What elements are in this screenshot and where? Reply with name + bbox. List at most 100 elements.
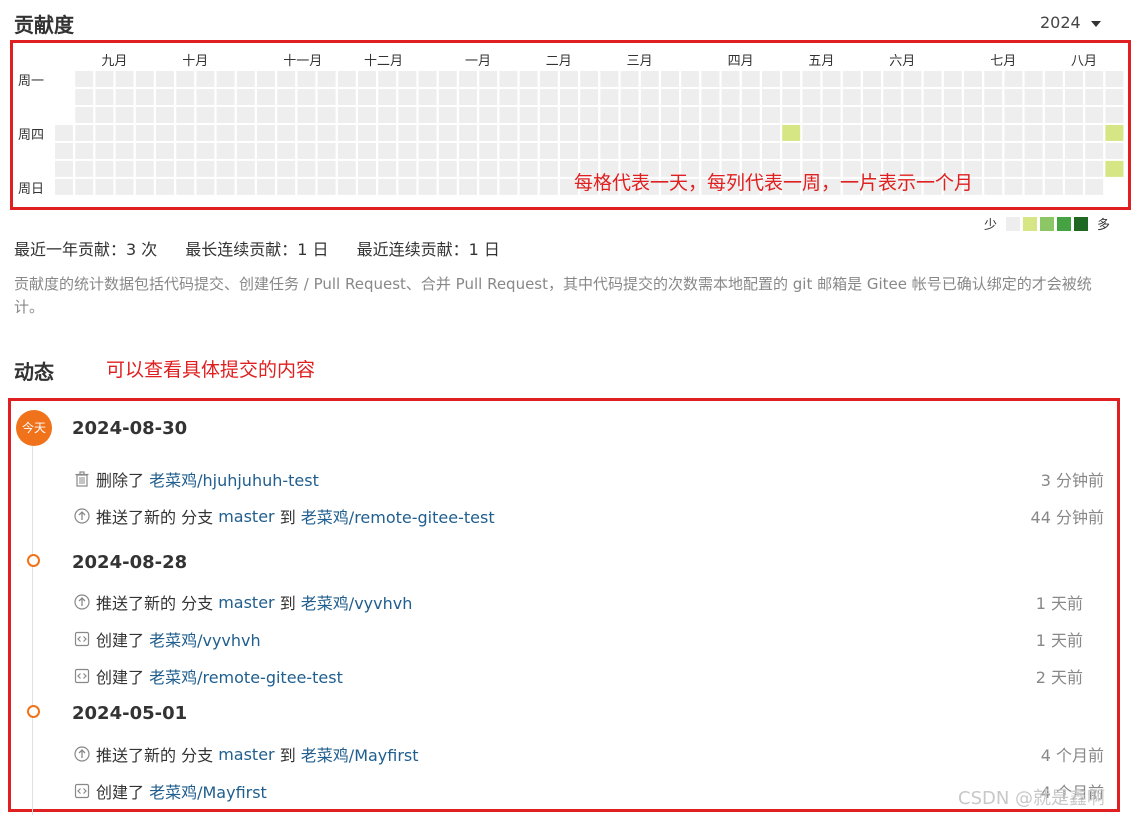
- heatmap-cell[interactable]: [943, 124, 962, 141]
- heatmap-cell[interactable]: [216, 142, 235, 159]
- heatmap-cell[interactable]: [216, 106, 235, 123]
- heatmap-cell[interactable]: [923, 88, 942, 105]
- heatmap-cell[interactable]: [216, 71, 235, 88]
- heatmap-cell[interactable]: [1065, 71, 1083, 88]
- heatmap-cell[interactable]: [196, 106, 215, 123]
- heatmap-cell[interactable]: [277, 142, 296, 159]
- heatmap-cell[interactable]: [580, 142, 599, 159]
- heatmap-cell[interactable]: [560, 124, 578, 141]
- heatmap-cell[interactable]: [802, 88, 821, 105]
- heatmap-cell[interactable]: [277, 160, 296, 177]
- heatmap-cell[interactable]: [196, 142, 215, 159]
- heatmap-cell[interactable]: [580, 124, 599, 141]
- heatmap-cell[interactable]: [741, 71, 760, 88]
- heatmap-cell[interactable]: [782, 124, 801, 141]
- heatmap-cell[interactable]: [75, 178, 94, 195]
- heatmap-cell[interactable]: [620, 71, 639, 88]
- heatmap-cell[interactable]: [1085, 142, 1104, 159]
- heatmap-cell[interactable]: [135, 106, 154, 123]
- heatmap-cell[interactable]: [257, 124, 275, 141]
- heatmap-cell[interactable]: [176, 160, 195, 177]
- heatmap-cell[interactable]: [580, 71, 599, 88]
- heatmap-cell[interactable]: [883, 71, 902, 88]
- heatmap-cell[interactable]: [337, 142, 356, 159]
- heatmap-cell[interactable]: [1004, 124, 1023, 141]
- heatmap-cell[interactable]: [55, 142, 73, 159]
- heatmap-cell[interactable]: [277, 106, 296, 123]
- heatmap-cell[interactable]: [196, 124, 215, 141]
- heatmap-cell[interactable]: [297, 106, 316, 123]
- heatmap-cell[interactable]: [418, 142, 437, 159]
- heatmap-cell[interactable]: [1024, 178, 1043, 195]
- heatmap-cell[interactable]: [1004, 160, 1023, 177]
- heatmap-cell[interactable]: [55, 178, 73, 195]
- heatmap-cell[interactable]: [883, 88, 902, 105]
- heatmap-cell[interactable]: [883, 142, 902, 159]
- heatmap-cell[interactable]: [317, 88, 336, 105]
- heatmap-cell[interactable]: [1024, 124, 1043, 141]
- heatmap-cell[interactable]: [661, 124, 679, 141]
- heatmap-cell[interactable]: [115, 124, 134, 141]
- heatmap-cell[interactable]: [297, 142, 316, 159]
- heatmap-cell[interactable]: [984, 142, 1003, 159]
- heatmap-cell[interactable]: [418, 160, 437, 177]
- heatmap-cell[interactable]: [216, 124, 235, 141]
- heatmap-cell[interactable]: [1044, 160, 1063, 177]
- heatmap-cell[interactable]: [438, 178, 457, 195]
- heatmap-cell[interactable]: [539, 178, 558, 195]
- heatmap-cell[interactable]: [600, 71, 619, 88]
- heatmap-cell[interactable]: [156, 88, 174, 105]
- heatmap-cell[interactable]: [358, 142, 376, 159]
- heatmap-cell[interactable]: [398, 178, 417, 195]
- heatmap-cell[interactable]: [661, 142, 679, 159]
- heatmap-cell[interactable]: [782, 142, 801, 159]
- heatmap-cell[interactable]: [1065, 124, 1083, 141]
- heatmap-cell[interactable]: [95, 106, 114, 123]
- heatmap-cell[interactable]: [499, 106, 518, 123]
- heatmap-cell[interactable]: [782, 71, 801, 88]
- heatmap-cell[interactable]: [257, 71, 275, 88]
- heatmap-cell[interactable]: [257, 88, 275, 105]
- heatmap-cell[interactable]: [701, 142, 720, 159]
- heatmap-cell[interactable]: [459, 71, 477, 88]
- heatmap-cell[interactable]: [1004, 178, 1023, 195]
- heatmap-cell[interactable]: [216, 160, 235, 177]
- heatmap-cell[interactable]: [135, 160, 154, 177]
- event-repo-link[interactable]: 老菜鸡/remote-gitee-test: [301, 504, 495, 528]
- heatmap-cell[interactable]: [115, 88, 134, 105]
- heatmap-cell[interactable]: [539, 160, 558, 177]
- heatmap-cell[interactable]: [135, 178, 154, 195]
- heatmap-cell[interactable]: [337, 124, 356, 141]
- heatmap-cell[interactable]: [1065, 178, 1083, 195]
- heatmap-cell[interactable]: [1044, 88, 1063, 105]
- heatmap-cell[interactable]: [1024, 142, 1043, 159]
- heatmap-cell[interactable]: [317, 71, 336, 88]
- heatmap-cell[interactable]: [378, 142, 397, 159]
- heatmap-cell[interactable]: [277, 71, 296, 88]
- heatmap-cell[interactable]: [115, 160, 134, 177]
- heatmap-cell[interactable]: [95, 71, 114, 88]
- heatmap-cell[interactable]: [196, 88, 215, 105]
- heatmap-cell[interactable]: [560, 88, 578, 105]
- heatmap-cell[interactable]: [337, 88, 356, 105]
- heatmap-cell[interactable]: [398, 71, 417, 88]
- heatmap-cell[interactable]: [580, 106, 599, 123]
- heatmap-cell[interactable]: [479, 142, 498, 159]
- heatmap-cell[interactable]: [923, 106, 942, 123]
- heatmap-cell[interactable]: [297, 178, 316, 195]
- heatmap-cell[interactable]: [257, 178, 275, 195]
- heatmap-cell[interactable]: [863, 88, 881, 105]
- event-branch[interactable]: master: [218, 507, 274, 526]
- heatmap-cell[interactable]: [964, 142, 982, 159]
- heatmap-cell[interactable]: [196, 71, 215, 88]
- heatmap-cell[interactable]: [459, 106, 477, 123]
- heatmap-cell[interactable]: [438, 142, 457, 159]
- heatmap-cell[interactable]: [176, 71, 195, 88]
- heatmap-cell[interactable]: [75, 88, 94, 105]
- heatmap-cell[interactable]: [358, 160, 376, 177]
- heatmap-cell[interactable]: [1024, 160, 1043, 177]
- heatmap-cell[interactable]: [1085, 106, 1104, 123]
- event-repo-link[interactable]: 老菜鸡/Mayfirst: [149, 779, 267, 803]
- heatmap-cell[interactable]: [398, 124, 417, 141]
- heatmap-cell[interactable]: [459, 178, 477, 195]
